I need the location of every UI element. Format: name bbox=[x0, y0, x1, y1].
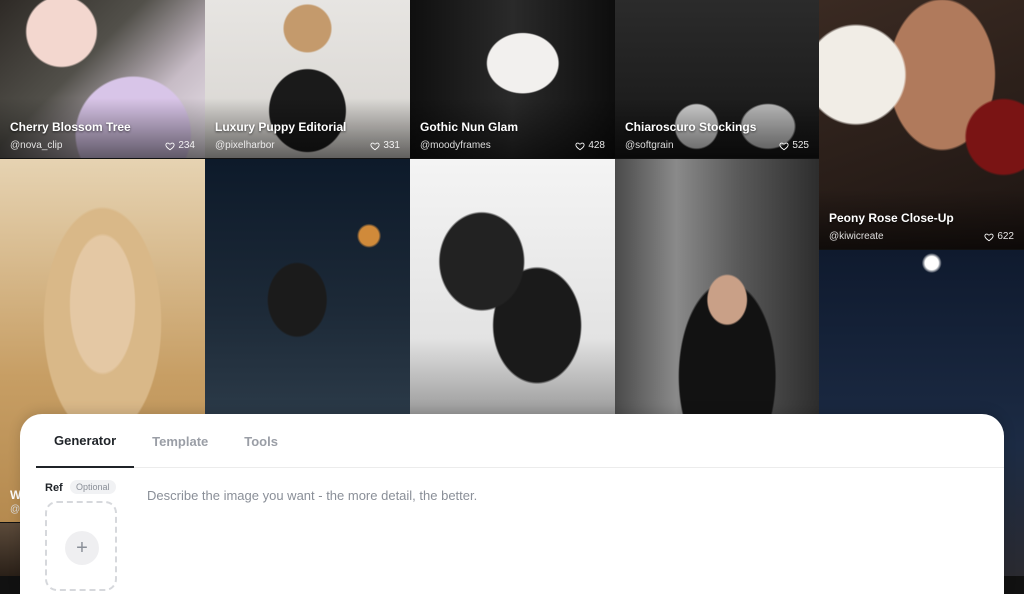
like-count-value: 622 bbox=[997, 231, 1014, 242]
card-author[interactable]: @softgrain bbox=[625, 140, 674, 151]
generator-panel: Generator Template Tools Ref Optional + bbox=[20, 414, 1004, 594]
card-image bbox=[615, 159, 819, 415]
like-count[interactable]: 234 bbox=[165, 140, 195, 151]
heart-icon bbox=[165, 142, 175, 150]
gallery-card[interactable]: Gothic Nun Glam @moodyframes 428 bbox=[410, 0, 615, 158]
ref-label: Ref bbox=[45, 482, 63, 494]
like-count-value: 331 bbox=[383, 140, 400, 151]
card-author: @ bbox=[10, 504, 21, 515]
reference-image-dropzone[interactable]: + bbox=[45, 501, 117, 591]
panel-tabs: Generator Template Tools bbox=[36, 414, 1004, 468]
gallery-card[interactable]: Chiaroscuro Stockings @softgrain 525 bbox=[615, 0, 819, 158]
card-author[interactable]: @moodyframes bbox=[420, 140, 491, 151]
gallery-card[interactable] bbox=[205, 159, 410, 415]
prompt-input[interactable] bbox=[147, 488, 967, 503]
card-title: Peony Rose Close-Up bbox=[829, 211, 954, 225]
plus-icon: + bbox=[76, 536, 88, 559]
like-count[interactable]: 622 bbox=[984, 231, 1014, 242]
like-count[interactable]: 331 bbox=[370, 140, 400, 151]
tab-generator[interactable]: Generator bbox=[36, 414, 135, 468]
card-title: Luxury Puppy Editorial bbox=[215, 120, 347, 134]
optional-badge: Optional bbox=[70, 480, 116, 494]
heart-icon bbox=[575, 142, 585, 150]
heart-icon bbox=[779, 142, 789, 150]
gallery-card[interactable]: Peony Rose Close-Up @kiwicreate 622 bbox=[819, 0, 1024, 249]
card-title: Cherry Blossom Tree bbox=[10, 120, 131, 134]
gallery-card[interactable]: Luxury Puppy Editorial @pixelharbor 331 bbox=[205, 0, 410, 158]
like-count-value: 525 bbox=[792, 140, 809, 151]
card-image bbox=[205, 159, 410, 415]
add-reference-button[interactable]: + bbox=[65, 531, 99, 565]
like-count[interactable]: 428 bbox=[575, 140, 605, 151]
gallery-card[interactable] bbox=[615, 159, 819, 415]
tab-tools[interactable]: Tools bbox=[226, 414, 296, 468]
gallery-card[interactable] bbox=[410, 159, 615, 415]
card-author[interactable]: @kiwicreate bbox=[829, 231, 884, 242]
like-count[interactable]: 525 bbox=[779, 140, 809, 151]
card-author[interactable]: @nova_clip bbox=[10, 140, 62, 151]
like-count-value: 428 bbox=[588, 140, 605, 151]
gallery-card[interactable]: Cherry Blossom Tree @nova_clip 234 bbox=[0, 0, 205, 158]
tab-template[interactable]: Template bbox=[134, 414, 226, 468]
card-image bbox=[410, 159, 615, 415]
heart-icon bbox=[984, 233, 994, 241]
card-title: Chiaroscuro Stockings bbox=[625, 120, 757, 134]
card-author[interactable]: @pixelharbor bbox=[215, 140, 275, 151]
like-count-value: 234 bbox=[178, 140, 195, 151]
card-title: Gothic Nun Glam bbox=[420, 120, 519, 134]
heart-icon bbox=[370, 142, 380, 150]
